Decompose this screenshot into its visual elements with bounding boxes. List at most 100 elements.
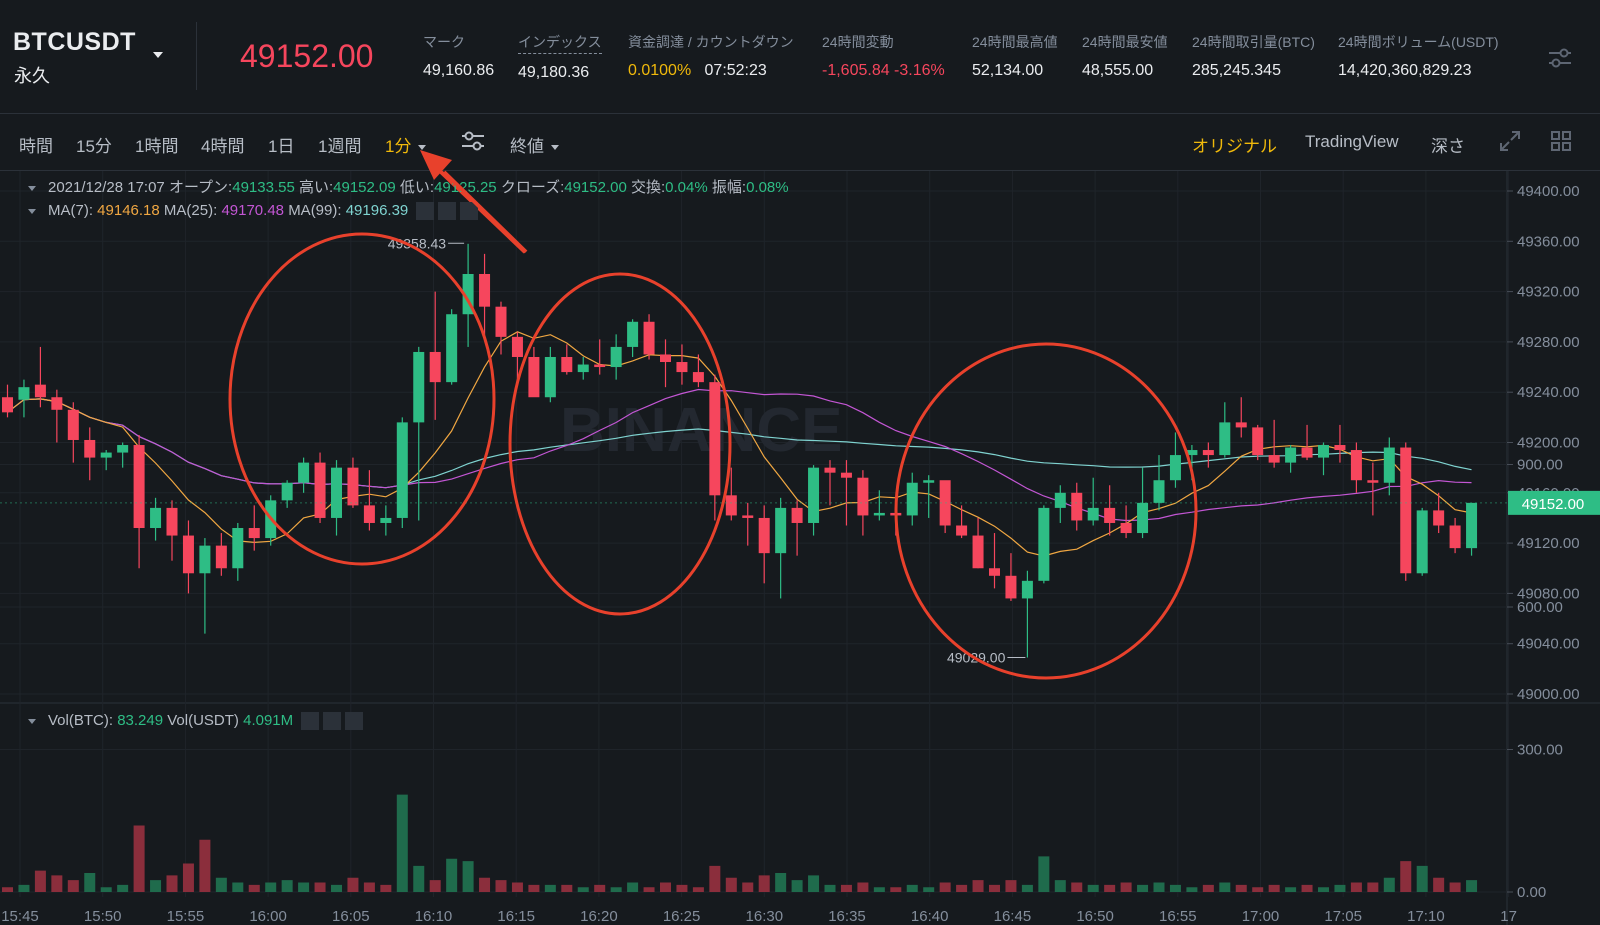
- ma-close-icon[interactable]: [460, 202, 479, 221]
- candle-body: [347, 467, 359, 506]
- volume-bar: [972, 880, 984, 892]
- stat-label: 資金調達 / カウントダウン: [628, 34, 794, 50]
- view-depth[interactable]: 深さ: [1431, 132, 1465, 157]
- volume-bar: [215, 877, 227, 892]
- candle-body: [331, 467, 342, 518]
- stat-label[interactable]: インデックス: [518, 32, 602, 54]
- vol-visibility-icon[interactable]: [301, 712, 320, 731]
- kline-canvas[interactable]: BINANCE 49400.00 49360.00 49320.00 49280.00…: [0, 171, 1600, 925]
- candle-body: [117, 445, 129, 453]
- candle-body: [972, 535, 984, 569]
- symbol-dropdown-icon[interactable]: [153, 52, 163, 58]
- ma-legend: MA(7): 49146.18 MA(25): 49170.48 MA(99):…: [28, 202, 479, 221]
- vol-settings-icon[interactable]: [323, 712, 342, 731]
- volume-bar: [627, 882, 639, 892]
- legend-close-label: クローズ:: [500, 179, 565, 196]
- legend-low: 49125.25: [434, 179, 497, 196]
- volume-bar: [84, 873, 96, 892]
- volume-tick-label: 600.00: [1517, 599, 1563, 616]
- legend-change: 0.04%: [665, 179, 708, 196]
- candle-body: [660, 354, 671, 363]
- candle-body: [1219, 422, 1231, 456]
- interval-4h[interactable]: 4時間: [201, 132, 244, 157]
- interval-1d[interactable]: 1日: [268, 132, 294, 157]
- price-tick-label: 49200.00: [1517, 435, 1580, 452]
- symbol-name[interactable]: BTCUSDT: [13, 28, 136, 57]
- candle-body: [413, 351, 425, 423]
- candle-body: [1120, 522, 1132, 534]
- stat-mark: マーク 49,160.86: [423, 32, 494, 80]
- layout-grid-icon[interactable]: [1549, 129, 1573, 153]
- funding-countdown: 07:52:23: [704, 62, 767, 79]
- view-original[interactable]: オリジナル: [1192, 132, 1277, 157]
- volume-bar: [939, 882, 951, 892]
- collapse-icon[interactable]: [28, 718, 36, 724]
- volume-bar: [692, 887, 704, 892]
- candle-body: [1268, 455, 1280, 463]
- candle-body: [709, 382, 721, 496]
- candle-body: [758, 517, 770, 554]
- last-price: 49152.00: [240, 38, 374, 74]
- legend-change-label: 交換:: [631, 179, 666, 196]
- indicator-settings-icon[interactable]: [460, 129, 486, 153]
- time-tick-label: 16:10: [415, 908, 453, 925]
- candle-body: [1153, 480, 1165, 503]
- candle-body: [857, 477, 869, 516]
- ma-settings-icon[interactable]: [438, 202, 457, 221]
- candle-body: [133, 445, 145, 529]
- current-price-label: 49152.00: [1522, 496, 1585, 513]
- settings-sliders-icon[interactable]: [1547, 46, 1573, 70]
- contract-type: 永久: [14, 66, 50, 86]
- candle-body: [1400, 447, 1412, 574]
- interval-1w[interactable]: 1週間: [318, 132, 361, 157]
- interval-dropdown[interactable]: 1分: [385, 132, 427, 157]
- candle-body: [1235, 422, 1247, 428]
- view-tradingview[interactable]: TradingView: [1305, 132, 1399, 152]
- time-tick-label: 16:05: [332, 908, 370, 925]
- interval-1h[interactable]: 1時間: [135, 132, 178, 157]
- candle-body: [1383, 447, 1395, 483]
- candle-body: [1318, 445, 1329, 458]
- volume-bar: [1383, 877, 1395, 892]
- price-type-dropdown[interactable]: 終値: [510, 132, 559, 157]
- interval-time[interactable]: 時間: [19, 132, 53, 157]
- kline-chart[interactable]: BINANCE 49400.00 49360.00 49320.00 49280.00…: [0, 171, 1600, 925]
- volume-bar: [117, 884, 129, 892]
- candle-body: [51, 397, 63, 410]
- volume-bar: [544, 884, 556, 892]
- fullscreen-icon[interactable]: [1498, 129, 1522, 153]
- chevron-down-icon: [418, 145, 427, 151]
- candle-body: [380, 517, 392, 523]
- volume-bar: [1005, 880, 1017, 892]
- interval-15m[interactable]: 15分: [76, 132, 112, 157]
- time-tick-label: 16:50: [1076, 908, 1114, 925]
- volume-bar: [808, 875, 820, 892]
- ma99-label: MA(99):: [288, 202, 342, 219]
- volume-bar: [2, 887, 13, 892]
- price-type-label: 終値: [510, 137, 544, 156]
- volume-bar: [610, 887, 622, 892]
- stat-24h-volume-usdt: 24時間ボリューム(USDT) 14,420,360,829.23: [1338, 32, 1499, 80]
- volume-bar: [561, 884, 573, 892]
- volume-bar: [528, 884, 540, 892]
- collapse-icon[interactable]: [28, 185, 36, 191]
- volume-bar: [446, 858, 458, 892]
- time-tick-label: 15:55: [167, 908, 205, 925]
- volume-bar: [298, 882, 310, 892]
- volume-bar: [100, 887, 112, 892]
- volume-bar: [1054, 880, 1066, 892]
- candle-body: [150, 507, 162, 529]
- volume-bar: [857, 882, 869, 892]
- volume-bar: [1021, 884, 1033, 892]
- stat-index[interactable]: インデックス 49,180.36: [518, 32, 602, 82]
- collapse-icon[interactable]: [28, 208, 36, 214]
- volume-bar: [824, 884, 836, 892]
- candle-body: [100, 452, 112, 458]
- volume-bar: [1219, 882, 1231, 892]
- vol-close-icon[interactable]: [345, 712, 364, 731]
- ma-visibility-icon[interactable]: [416, 202, 435, 221]
- price-tick-label: 49400.00: [1517, 183, 1580, 200]
- candle-body: [84, 439, 96, 458]
- candle-body: [627, 321, 639, 347]
- volume-bar: [775, 873, 787, 892]
